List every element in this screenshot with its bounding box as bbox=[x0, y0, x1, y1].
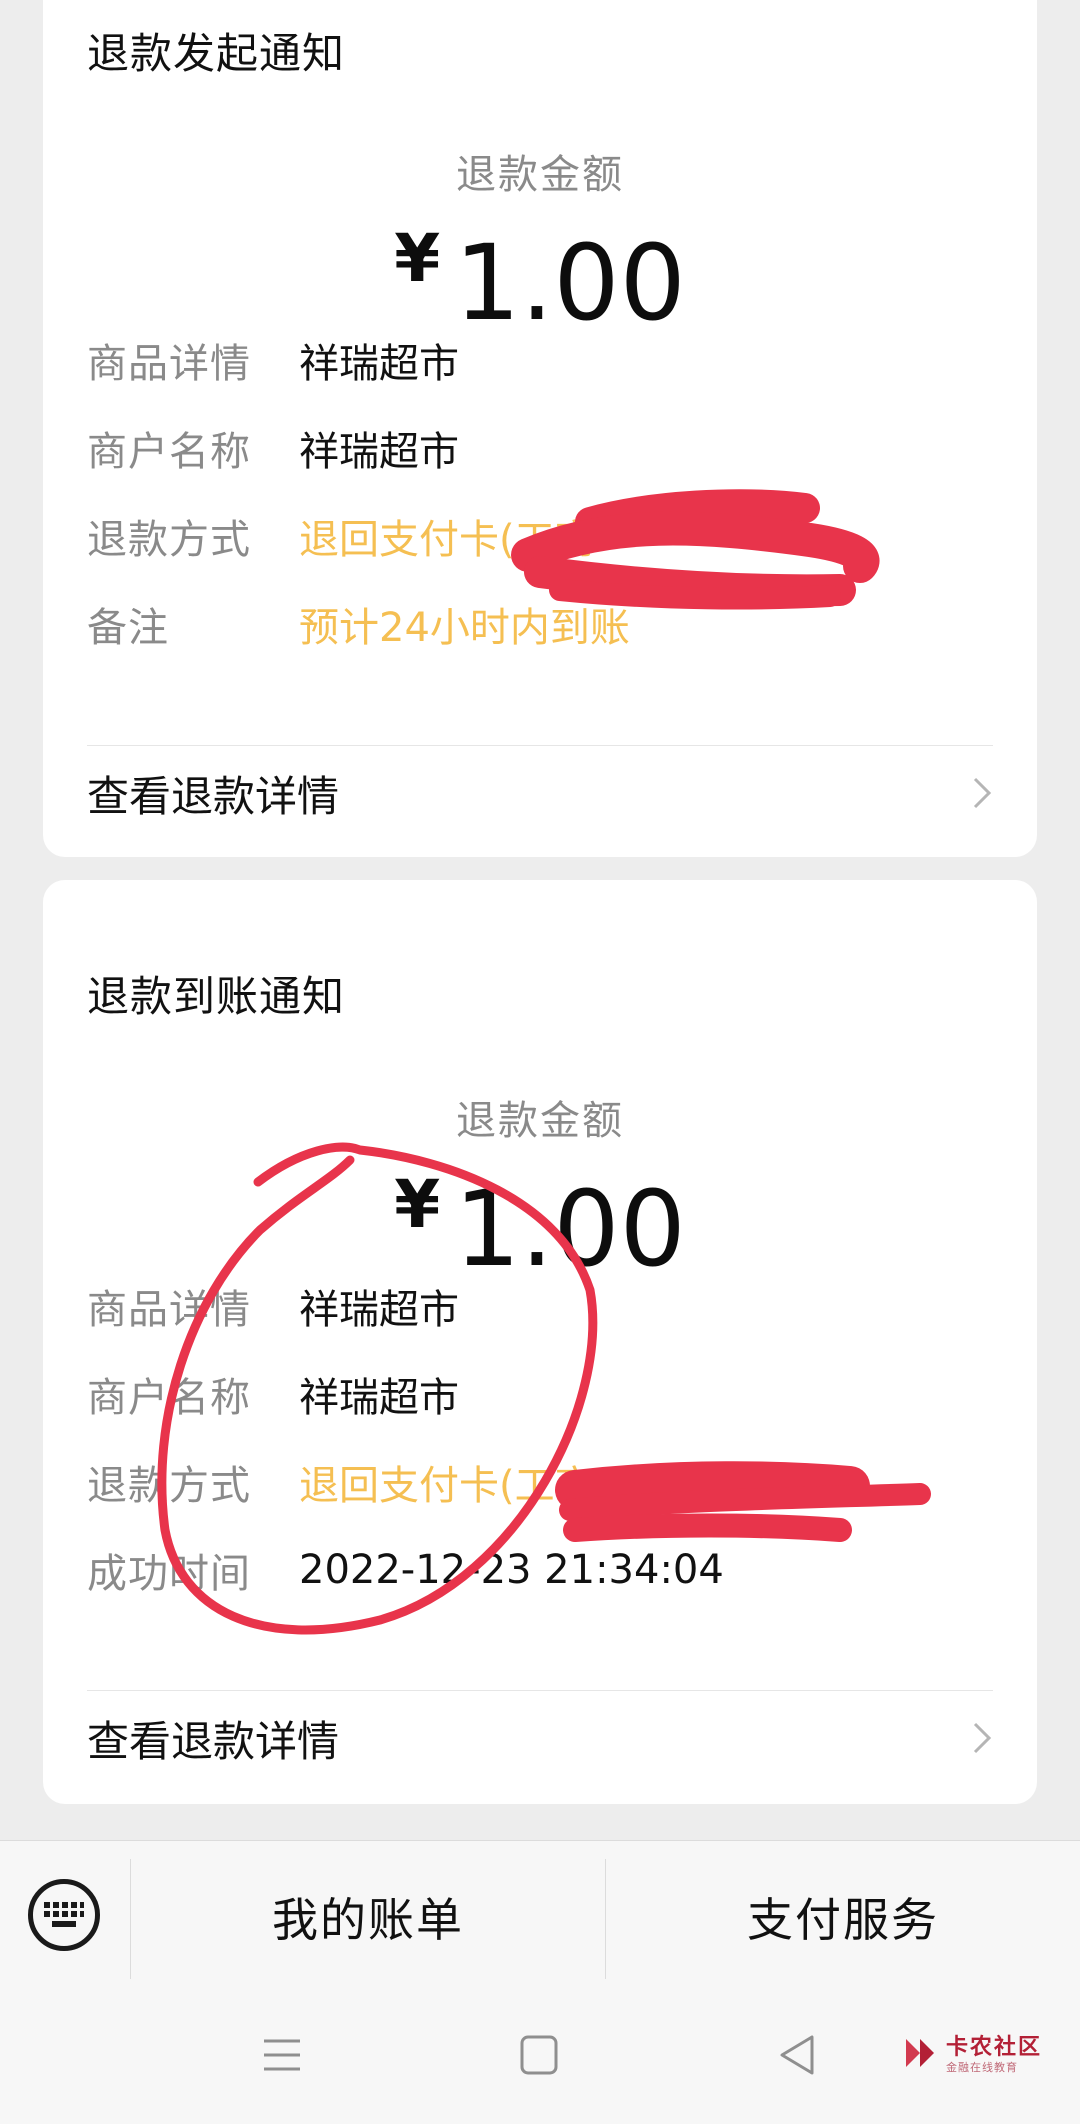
keyboard-toggle-button[interactable] bbox=[28, 1879, 100, 1951]
row-value: 2022-12-23 21:34:04 bbox=[299, 1547, 724, 1593]
row-refund-method: 退款方式 退回支付卡(工商 bbox=[87, 506, 595, 566]
detail-link-label: 查看退款详情 bbox=[87, 771, 340, 821]
row-remark: 备注 预计24小时内到账 bbox=[87, 594, 630, 654]
row-key: 备注 bbox=[87, 605, 169, 651]
back-icon[interactable] bbox=[778, 2033, 818, 2077]
row-value: 退回支付卡(工商 bbox=[299, 1463, 595, 1509]
watermark-subtitle: 金融在线教育 bbox=[946, 2061, 1018, 2074]
refund-initiated-card: 退款发起通知 退款金额 ¥1.00 商品详情 祥瑞超市 商户名称 祥瑞超市 退款… bbox=[43, 0, 1037, 857]
menu-payment-services[interactable]: 支付服务 bbox=[606, 1841, 1080, 1993]
detail-link-label: 查看退款详情 bbox=[87, 1716, 340, 1766]
currency-symbol: ¥ bbox=[394, 220, 441, 297]
watermark-title: 卡农社区 bbox=[946, 2035, 1043, 2060]
chevron-right-icon bbox=[973, 777, 992, 809]
watermark: 卡农社区 金融在线教育 bbox=[898, 2029, 1058, 2079]
menu-my-bills[interactable]: 我的账单 bbox=[131, 1841, 605, 1993]
chevron-right-icon bbox=[973, 1722, 992, 1754]
row-key: 商品详情 bbox=[87, 341, 251, 387]
row-merchant-name: 商户名称 祥瑞超市 bbox=[87, 1364, 459, 1424]
row-value: 祥瑞超市 bbox=[299, 429, 459, 475]
watermark-logo-icon bbox=[906, 2039, 934, 2067]
row-key: 成功时间 bbox=[87, 1551, 251, 1597]
view-refund-detail-link[interactable]: 查看退款详情 bbox=[87, 748, 993, 838]
currency-symbol: ¥ bbox=[394, 1166, 441, 1243]
divider bbox=[87, 745, 993, 746]
row-product-detail: 商品详情 祥瑞超市 bbox=[87, 1276, 459, 1336]
row-merchant-name: 商户名称 祥瑞超市 bbox=[87, 418, 459, 478]
row-success-time: 成功时间 2022-12-23 21:34:04 bbox=[87, 1540, 724, 1600]
card-title: 退款发起通知 bbox=[87, 29, 346, 78]
row-key: 商户名称 bbox=[87, 1375, 251, 1421]
refund-received-card: 退款到账通知 退款金额 ¥1.00 商品详情 祥瑞超市 商户名称 祥瑞超市 退款… bbox=[43, 880, 1037, 1804]
row-value: 预计24小时内到账 bbox=[299, 605, 630, 651]
keyboard-icon bbox=[44, 1902, 84, 1927]
row-value: 祥瑞超市 bbox=[299, 1287, 459, 1333]
menu-icon[interactable] bbox=[262, 2033, 302, 2077]
divider bbox=[87, 1690, 993, 1691]
row-refund-method: 退款方式 退回支付卡(工商 bbox=[87, 1452, 595, 1512]
row-value: 祥瑞超市 bbox=[299, 341, 459, 387]
page: 退款发起通知 退款金额 ¥1.00 商品详情 祥瑞超市 商户名称 祥瑞超市 退款… bbox=[0, 0, 1080, 2124]
amount-label: 退款金额 bbox=[456, 152, 624, 198]
row-key: 商品详情 bbox=[87, 1287, 251, 1333]
amount-value: ¥1.00 bbox=[43, 1166, 1037, 1290]
row-product-detail: 商品详情 祥瑞超市 bbox=[87, 330, 459, 390]
row-key: 商户名称 bbox=[87, 429, 251, 475]
card-title: 退款到账通知 bbox=[87, 972, 346, 1021]
amount-number: 1.00 bbox=[454, 1168, 686, 1290]
row-value: 退回支付卡(工商 bbox=[299, 517, 595, 563]
bottom-menu-bar: 我的账单 支付服务 卡农社区 金融在线教育 bbox=[0, 1840, 1080, 2124]
amount-label: 退款金额 bbox=[456, 1098, 624, 1144]
amount-number: 1.00 bbox=[454, 222, 686, 344]
home-icon[interactable] bbox=[519, 2033, 559, 2077]
row-value: 祥瑞超市 bbox=[299, 1375, 459, 1421]
amount-value: ¥1.00 bbox=[43, 220, 1037, 344]
view-refund-detail-link[interactable]: 查看退款详情 bbox=[87, 1693, 993, 1783]
row-key: 退款方式 bbox=[87, 517, 251, 563]
row-key: 退款方式 bbox=[87, 1463, 251, 1509]
